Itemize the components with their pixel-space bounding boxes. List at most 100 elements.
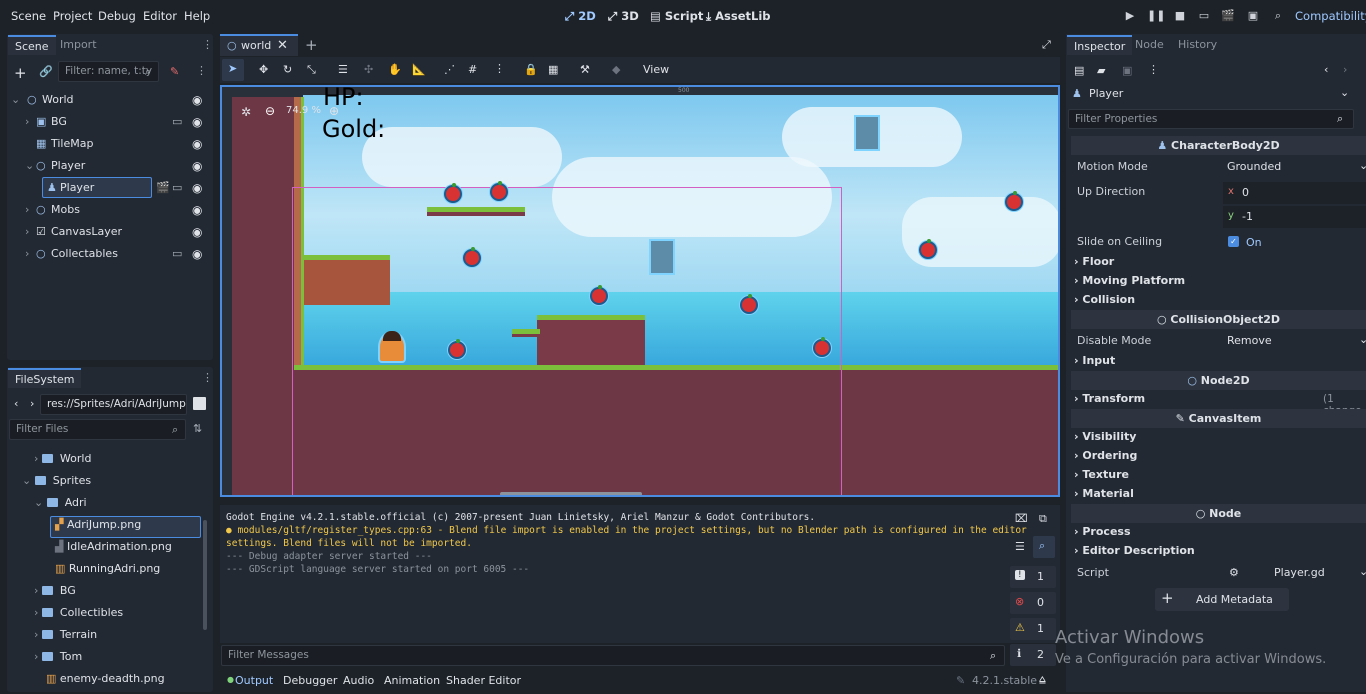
scale-tool-icon[interactable]: ⤡ — [307, 63, 316, 77]
group-collision[interactable]: › Collision — [1074, 293, 1135, 306]
remote-debug-icon[interactable]: ▭ — [1196, 9, 1212, 25]
open-folder-icon[interactable]: ▰ — [1097, 64, 1105, 77]
save-icon[interactable]: ▣ — [1122, 64, 1132, 77]
renderer-select[interactable]: Compatibility — [1295, 9, 1366, 23]
up-direction-x-field[interactable]: x 0 — [1223, 182, 1366, 204]
bottom-tab-output[interactable]: Output — [235, 674, 273, 687]
tree-node-tilemap[interactable]: ▦ TileMap ◉ — [8, 133, 212, 155]
play-icon[interactable]: ▶ — [1122, 9, 1138, 25]
rotate-tool-icon[interactable]: ↻ — [283, 63, 292, 76]
script-icon[interactable]: ▭ — [172, 181, 182, 194]
script-resource[interactable]: Player.gd — [1274, 566, 1325, 579]
clapper-icon[interactable]: 🎬 — [156, 181, 170, 194]
fs-folder-sprites[interactable]: ⌄ Sprites — [22, 474, 91, 496]
clear-output-icon[interactable]: ⌧ — [1015, 512, 1028, 525]
group-icon[interactable]: ▦ — [548, 63, 558, 76]
visibility-eye-icon[interactable]: ◉ — [192, 159, 206, 173]
filter-errors-toggle[interactable]: ⊗ 0 — [1010, 592, 1056, 614]
tab-node[interactable]: Node — [1128, 35, 1171, 55]
forward-icon[interactable]: › — [30, 397, 34, 410]
move-tool-icon[interactable]: ✥ — [259, 63, 268, 76]
dock-menu-icon[interactable]: ⋮ — [202, 371, 213, 384]
group-process[interactable]: › Process — [1074, 525, 1131, 538]
distraction-free-icon[interactable]: ⤢ — [1042, 38, 1051, 52]
smart-snap-icon[interactable]: ⋰ — [444, 63, 455, 76]
scene-tab-world[interactable]: ○ world ✕ — [220, 34, 298, 56]
visibility-eye-icon[interactable]: ◉ — [192, 225, 206, 239]
fs-file-adrijump[interactable]: ▞ AdriJump.png — [55, 518, 141, 540]
group-ordering[interactable]: › Ordering — [1074, 449, 1137, 462]
script-icon[interactable]: ▭ — [172, 115, 182, 128]
grid-snap-icon[interactable]: # — [468, 63, 477, 76]
mode-2d-button[interactable]: ⤢ 2D — [565, 9, 596, 24]
copy-output-icon[interactable]: ⧉ — [1039, 512, 1047, 526]
visibility-eye-icon[interactable]: ◉ — [192, 93, 206, 107]
mode-3d-button[interactable]: ⤢ 3D — [608, 9, 639, 24]
group-moving-platform[interactable]: › Moving Platform — [1074, 274, 1185, 287]
filter-messages-input[interactable]: Filter Messages — [221, 645, 1005, 666]
filter-properties-input[interactable]: Filter Properties — [1068, 109, 1354, 129]
viewport-2d[interactable]: 500 HP: Gold: ✲ ⊖ 74.9 % ⊕ — [220, 85, 1060, 497]
tab-history[interactable]: History — [1171, 35, 1224, 55]
bottom-tab-animation[interactable]: Animation — [384, 674, 440, 687]
filter-warnings-toggle[interactable]: ⚠ 1 — [1010, 618, 1056, 640]
inspector-menu-icon[interactable]: ⋮ — [1148, 63, 1159, 76]
script-attach-icon[interactable]: ✎ — [170, 65, 179, 78]
pan-tool-icon[interactable]: ✋ — [388, 63, 402, 76]
group-texture[interactable]: › Texture — [1074, 468, 1129, 481]
bone-icon[interactable]: ⚒ — [580, 63, 590, 76]
tab-inspector[interactable]: Inspector — [1067, 35, 1133, 55]
play-custom-scene-icon[interactable]: ▣ — [1245, 9, 1261, 25]
center-view-icon[interactable]: ✲ — [241, 105, 251, 119]
visibility-eye-icon[interactable]: ◉ — [192, 203, 206, 217]
add-tab-icon[interactable]: + — [305, 36, 318, 54]
visibility-eye-icon[interactable]: ◉ — [192, 181, 206, 195]
tree-node-mobs[interactable]: › ○ Mobs ◉ — [8, 199, 212, 221]
tab-filesystem[interactable]: FileSystem — [8, 368, 82, 388]
tree-node-canvaslayer[interactable]: › ☑ CanvasLayer ◉ — [8, 221, 212, 243]
fs-file-enemy-deadth[interactable]: ▥ enemy-deadth.png — [46, 672, 165, 694]
up-direction-y-field[interactable]: y -1 — [1223, 206, 1366, 228]
expand-panel-icon[interactable]: ⩠ — [1039, 673, 1046, 687]
fs-folder-tom[interactable]: › Tom — [34, 650, 82, 672]
menu-debug[interactable]: Debug — [98, 9, 136, 23]
new-resource-icon[interactable]: ▤ — [1074, 64, 1084, 77]
search-toggle-button[interactable]: ⌕ — [1033, 536, 1055, 558]
fs-folder-collectibles[interactable]: › Collectibles — [34, 606, 123, 628]
visibility-eye-icon[interactable]: ◉ — [192, 115, 206, 129]
view-menu[interactable]: View — [643, 63, 669, 76]
section-canvasitem[interactable]: ✎ CanvasItem — [1071, 409, 1366, 428]
history-back-icon[interactable]: ‹ — [1324, 63, 1328, 76]
script-icon[interactable]: ▭ — [172, 247, 182, 260]
motion-mode-select[interactable]: Grounded — [1227, 160, 1281, 173]
mode-script-button[interactable]: ▤ Script — [650, 9, 703, 23]
tree-node-bg[interactable]: › ▣ BG ▭ ◉ — [8, 111, 212, 133]
play-scene-icon[interactable]: 🎬 — [1220, 9, 1236, 25]
zoom-level[interactable]: 74.9 % — [286, 105, 321, 116]
list-select-icon[interactable]: ☰ — [338, 63, 348, 76]
back-icon[interactable]: ‹ — [14, 397, 18, 410]
sort-icon[interactable]: ⇅ — [193, 422, 202, 435]
tree-node-world[interactable]: ⌄ ○ World ◉ — [8, 89, 212, 111]
object-selector[interactable]: ♟ Player ⌄ — [1068, 84, 1354, 104]
add-node-icon[interactable]: + — [14, 64, 27, 82]
scene-filter-input[interactable]: Filter: name, t:ty — [58, 61, 159, 82]
select-tool-button[interactable]: ➤ — [222, 59, 244, 81]
lock-icon[interactable]: 🔒 — [524, 63, 538, 76]
mode-assetlib-button[interactable]: ⤓ AssetLib — [706, 9, 771, 24]
section-node2d[interactable]: ○ Node2D — [1071, 371, 1366, 390]
movie-maker-icon[interactable]: ⌕ — [1270, 9, 1286, 25]
pivot-tool-icon[interactable]: ✣ — [364, 63, 373, 76]
pause-icon[interactable]: ❚❚ — [1147, 9, 1165, 25]
zoom-out-icon[interactable]: ⊖ — [265, 104, 275, 118]
group-material[interactable]: › Material — [1074, 487, 1134, 500]
camera-override-icon[interactable]: ◆ — [612, 63, 620, 76]
menu-project[interactable]: Project — [53, 9, 92, 23]
group-editor-description[interactable]: › Editor Description — [1074, 544, 1195, 557]
link-icon[interactable]: 🔗 — [39, 65, 53, 78]
collapse-icon[interactable]: ☰ — [1015, 540, 1025, 553]
ruler-tool-icon[interactable]: 📐 — [412, 63, 426, 76]
close-icon[interactable]: ✕ — [277, 38, 288, 53]
filesystem-path-input[interactable]: res://Sprites/Adri/AdriJump. — [40, 394, 187, 415]
bottom-tab-audio[interactable]: Audio — [343, 674, 374, 687]
